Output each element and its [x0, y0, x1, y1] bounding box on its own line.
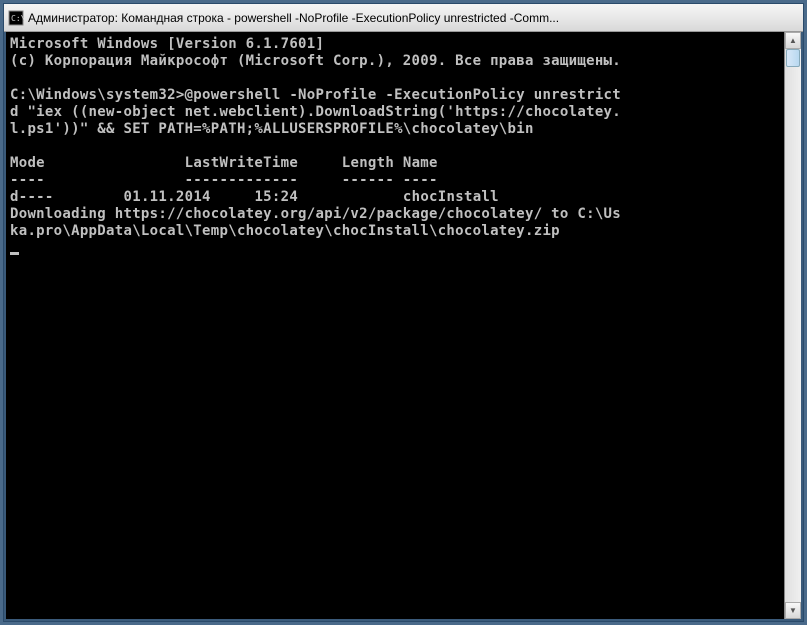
scroll-up-button[interactable]: ▲: [785, 32, 801, 49]
svg-text:C:\: C:\: [11, 14, 24, 23]
vertical-scrollbar[interactable]: ▲ ▼: [784, 32, 801, 619]
column-header-name: Name: [403, 155, 438, 171]
chevron-down-icon: ▼: [789, 606, 797, 615]
window-title: Администратор: Командная строка - powers…: [28, 11, 799, 25]
console-line: l.ps1'))" && SET PATH=%PATH;%ALLUSERSPRO…: [10, 121, 534, 137]
row-mode: d----: [10, 189, 54, 205]
row-date: 01.11.2014: [124, 189, 211, 205]
console-line: (c) Корпорация Майкрософт (Microsoft Cor…: [10, 53, 621, 69]
console-wrapper: Microsoft Windows [Version 6.1.7601] (c)…: [4, 32, 803, 621]
chevron-up-icon: ▲: [789, 36, 797, 45]
column-divider: ---- ------------- ------ ----: [10, 172, 438, 188]
cmd-window: C:\ Администратор: Командная строка - po…: [3, 3, 804, 622]
column-header-length: Length: [342, 155, 394, 171]
console-line: Downloading https://chocolatey.org/api/v…: [10, 206, 621, 222]
scroll-track[interactable]: [785, 49, 801, 602]
column-header-mode: Mode: [10, 155, 45, 171]
console-line: Microsoft Windows [Version 6.1.7601]: [10, 36, 324, 52]
scroll-thumb[interactable]: [786, 49, 800, 67]
titlebar[interactable]: C:\ Администратор: Командная строка - po…: [4, 4, 803, 32]
console-line: ka.pro\AppData\Local\Temp\chocolatey\cho…: [10, 223, 560, 239]
scroll-down-button[interactable]: ▼: [785, 602, 801, 619]
console-line: C:\Windows\system32>@powershell -NoProfi…: [10, 87, 621, 103]
cursor: [10, 252, 19, 255]
cmd-icon: C:\: [8, 10, 24, 26]
row-name: chocInstall: [403, 189, 499, 205]
console-output[interactable]: Microsoft Windows [Version 6.1.7601] (c)…: [6, 32, 784, 619]
column-header-lastwritetime: LastWriteTime: [185, 155, 298, 171]
console-line: d "iex ((new-object net.webclient).Downl…: [10, 104, 621, 120]
row-time: 15:24: [254, 189, 298, 205]
